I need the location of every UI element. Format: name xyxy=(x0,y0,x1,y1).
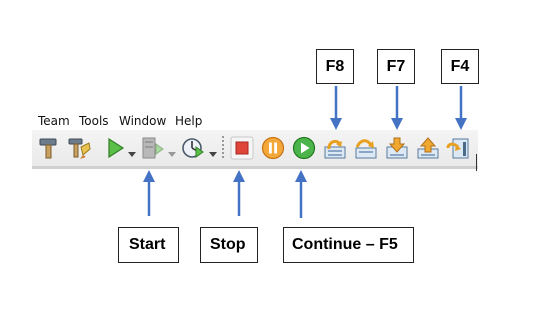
arrow-down-f7-icon xyxy=(391,86,403,130)
menu-window[interactable]: Window xyxy=(119,114,166,128)
continue-label: Continue – F5 xyxy=(283,227,414,263)
arrow-down-f4-icon xyxy=(455,86,467,130)
f8-label: F8 xyxy=(316,49,354,84)
run-dropdown-chevron-icon[interactable] xyxy=(128,145,136,157)
continue-icon[interactable] xyxy=(291,135,317,161)
clean-build-icon[interactable] xyxy=(66,135,92,161)
step-out-icon[interactable] xyxy=(415,135,441,161)
run-to-cursor-icon[interactable] xyxy=(446,135,472,161)
f7-label: F7 xyxy=(377,49,415,84)
arrow-down-f8-icon xyxy=(330,86,342,130)
step-over-expression-icon[interactable] xyxy=(353,135,379,161)
menu-bar: Team Tools Window Help xyxy=(32,112,478,130)
arrow-up-start-icon xyxy=(143,170,155,216)
menu-help[interactable]: Help xyxy=(175,114,202,128)
toolbar-edge xyxy=(476,154,477,171)
toolbar-divider xyxy=(32,166,478,169)
arrow-up-continue-icon xyxy=(295,170,307,218)
menu-tools[interactable]: Tools xyxy=(79,114,109,128)
f4-label: F4 xyxy=(441,49,479,84)
profile-dropdown-chevron-icon[interactable] xyxy=(209,145,217,157)
step-into-icon[interactable] xyxy=(384,135,410,161)
debug-icon[interactable] xyxy=(140,135,166,161)
build-hammer-icon[interactable] xyxy=(36,135,62,161)
stop-label: Stop xyxy=(200,227,258,263)
menu-team[interactable]: Team xyxy=(38,114,70,128)
profile-icon[interactable] xyxy=(180,135,206,161)
finish-debug-stop-icon[interactable] xyxy=(229,135,255,161)
start-label: Start xyxy=(118,227,179,263)
run-icon[interactable] xyxy=(102,135,128,161)
toolbar-separator xyxy=(222,136,224,160)
pause-icon[interactable] xyxy=(260,135,286,161)
arrow-up-stop-icon xyxy=(233,170,245,216)
toolbar xyxy=(32,130,478,168)
debug-dropdown-chevron-icon[interactable] xyxy=(168,145,176,157)
step-over-icon[interactable] xyxy=(322,135,348,161)
